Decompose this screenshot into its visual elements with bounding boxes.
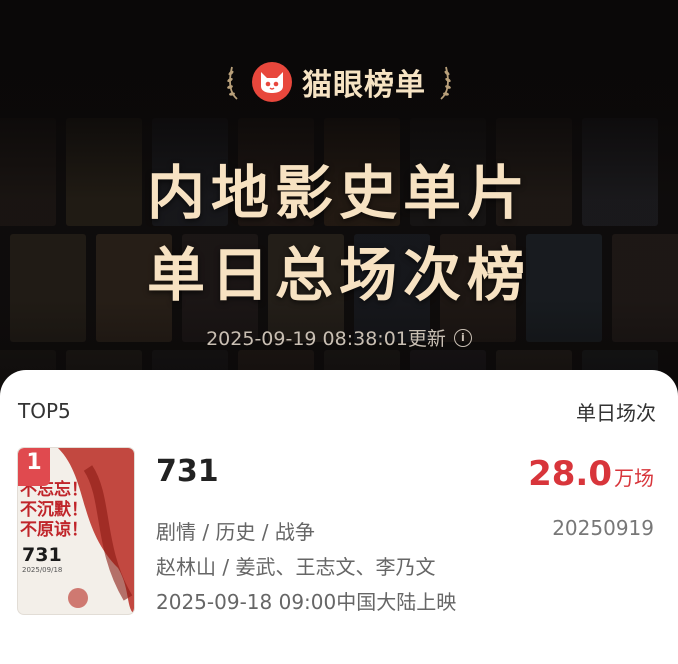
brand-name: 猫眼榜单 [302, 68, 426, 103]
update-timestamp: 2025-09-19 08:38:01更新 i [0, 324, 678, 351]
movie-poster[interactable]: 1 不忘忘！不沉默！不原谅！ 731 2025/09/18 [18, 448, 134, 614]
record-date: 20250919 [552, 516, 654, 540]
poster-title: 731 [22, 544, 62, 566]
list-item[interactable]: 1 不忘忘！不沉默！不原谅！ 731 2025/09/18 731 剧情 / 历… [18, 448, 658, 616]
movie-title[interactable]: 731 [156, 454, 219, 489]
showings-unit: 万场 [614, 466, 654, 490]
showings-value: 28.0 [528, 454, 612, 494]
rank-badge: 1 [18, 448, 50, 486]
update-time-text: 2025-09-19 08:38:01更新 [206, 328, 446, 350]
movie-release: 2025-09-18 09:00中国大陆上映 [156, 590, 457, 614]
page-title-line-2: 单日总场次榜 [146, 241, 531, 309]
list-header: TOP5 单日场次 [18, 396, 656, 426]
laurel-icon [227, 66, 238, 100]
ranking-header: 猫眼榜单 内地影史单片 单日总场次榜 2025-09-19 08:38:01更新… [0, 0, 678, 400]
ranking-card: TOP5 单日场次 1 不忘忘！不沉默！不原谅！ 731 2025/09/18 … [0, 370, 678, 664]
laurel-icon [440, 66, 451, 100]
poster-date: 2025/09/18 [22, 566, 63, 574]
column-label: 单日场次 [576, 400, 656, 425]
page-title-line-1: 内地影史单片 [146, 159, 531, 227]
brand-bar: 猫眼榜单 [0, 60, 678, 104]
info-icon[interactable]: i [453, 328, 472, 347]
poster-slogan: 不忘忘！不沉默！不原谅！ [20, 480, 88, 540]
movie-cast: 赵林山 / 姜武、王志文、李乃文 [156, 555, 436, 579]
movie-genres: 剧情 / 历史 / 战争 [156, 520, 315, 544]
section-label: TOP5 [18, 399, 71, 423]
maoyan-cat-logo [252, 62, 292, 102]
daily-showings: 28.0 万场 [528, 454, 654, 494]
